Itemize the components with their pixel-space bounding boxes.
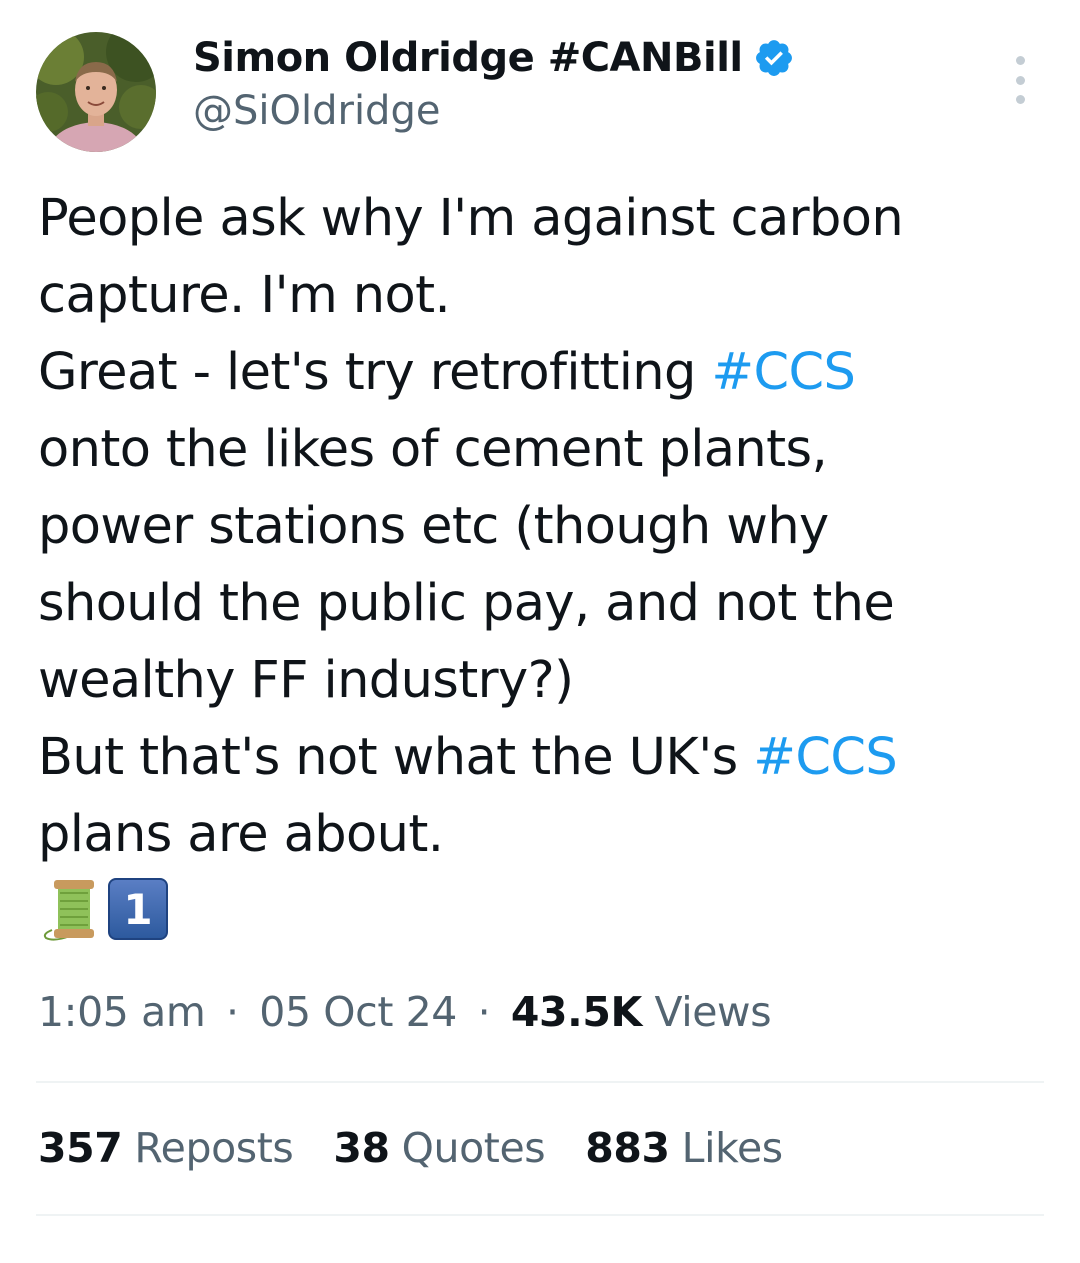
- author-handle[interactable]: @SiOldridge: [193, 88, 440, 134]
- tweet-text-line: Great - let's try retrofitting #CCS: [38, 334, 1038, 411]
- tweet-text-segment: capture. I'm not.: [38, 266, 451, 325]
- tweet-text-line: But that's not what the UK's #CCS: [38, 719, 1038, 796]
- avatar[interactable]: [36, 32, 156, 152]
- likes-stat[interactable]: 883 Likes: [585, 1124, 783, 1172]
- reposts-stat[interactable]: 357 Reposts: [38, 1124, 294, 1172]
- tweet-text-segment: should the public pay, and not the: [38, 574, 895, 633]
- tweet-text-line: capture. I'm not.: [38, 257, 1038, 334]
- likes-label: Likes: [681, 1124, 784, 1172]
- tweet-text-line: plans are about.: [38, 796, 1038, 873]
- meta-separator: ·: [477, 988, 491, 1036]
- keycap-one-icon: 1: [108, 878, 168, 940]
- tweet-text-segment: But that's not what the UK's: [38, 728, 754, 787]
- tweet-text-line: should the public pay, and not the: [38, 565, 1038, 642]
- avatar-photo: [36, 32, 156, 152]
- engagement-stats: 357 Reposts 38 Quotes 883 Likes: [38, 1124, 783, 1172]
- emoji-row: 1: [40, 876, 168, 942]
- views-label[interactable]: Views: [655, 988, 772, 1036]
- tweet-text-line: onto the likes of cement plants,: [38, 411, 1038, 488]
- author-name-row[interactable]: Simon Oldridge #CANBill: [193, 28, 795, 88]
- tweet-text-line: power stations etc (though why: [38, 488, 1038, 565]
- tweet-text-segment: power stations etc (though why: [38, 497, 829, 556]
- tweet-text-line: People ask why I'm against carbon: [38, 180, 1038, 257]
- tweet-date[interactable]: 05 Oct 24: [259, 988, 457, 1036]
- author-display-name[interactable]: Simon Oldridge #CANBill: [193, 35, 743, 81]
- hashtag-link[interactable]: #CCS: [711, 343, 856, 402]
- tweet-text-line: wealthy FF industry?): [38, 642, 1038, 719]
- tweet-meta: 1:05 am · 05 Oct 24 · 43.5K Views: [38, 988, 772, 1036]
- reposts-label: Reposts: [134, 1124, 294, 1172]
- tweet-text-segment: plans are about.: [38, 805, 444, 864]
- divider: [36, 1214, 1044, 1216]
- verified-badge-icon[interactable]: [753, 37, 795, 79]
- likes-count: 883: [585, 1124, 670, 1172]
- tweet-text-segment: wealthy FF industry?): [38, 651, 574, 710]
- meta-separator: ·: [226, 988, 239, 1036]
- quotes-stat[interactable]: 38 Quotes: [333, 1124, 545, 1172]
- spool-of-thread-icon: [43, 880, 94, 941]
- quotes-count: 38: [333, 1124, 390, 1172]
- more-dot-icon: [1015, 75, 1025, 85]
- hashtag-link[interactable]: #CCS: [753, 728, 898, 787]
- divider: [36, 1081, 1044, 1083]
- views-count[interactable]: 43.5K: [511, 988, 642, 1036]
- tweet-time[interactable]: 1:05 am: [38, 988, 206, 1036]
- tweet-text-segment: Great - let's try retrofitting: [38, 343, 712, 402]
- tweet-text-segment: People ask why I'm against carbon: [38, 189, 904, 248]
- more-dot-icon: [1015, 95, 1025, 104]
- tweet-text-segment: onto the likes of cement plants,: [38, 420, 828, 479]
- reposts-count: 357: [38, 1124, 123, 1172]
- more-options-button[interactable]: [1004, 56, 1036, 104]
- more-dot-icon: [1015, 56, 1025, 65]
- tweet-text: People ask why I'm against carbon capture…: [38, 180, 1038, 873]
- quotes-label: Quotes: [401, 1124, 546, 1172]
